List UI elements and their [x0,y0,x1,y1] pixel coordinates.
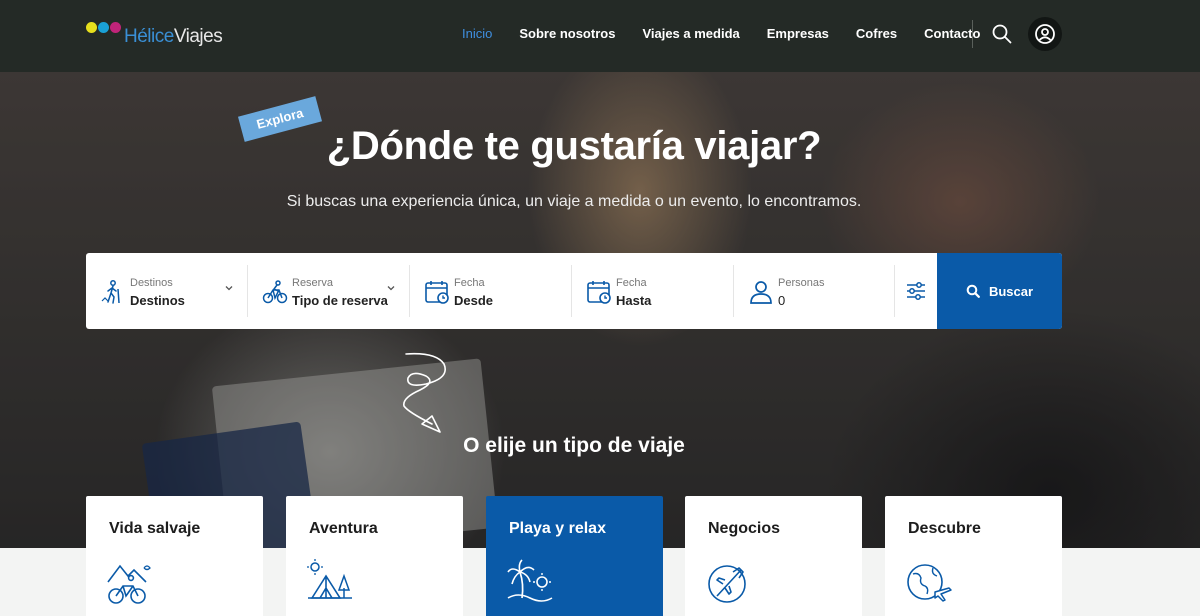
brand-logo[interactable]: HéliceViajes [86,20,223,50]
scribble-arrow-icon [403,352,446,433]
site-header: HéliceViajes Inicio Sobre nosotros Viaje… [0,0,1200,72]
fecha-hasta-label: Fecha [616,277,647,289]
palm-beach-icon [507,559,553,602]
account-button[interactable] [1028,17,1062,51]
fecha-hasta-value: Hasta [616,293,652,308]
nav-item-viajes-a-medida[interactable]: Viajes a medida [642,26,739,41]
buscar-label: Buscar [988,283,1034,299]
reserva-value: Tipo de reserva [292,293,388,308]
person-icon [750,281,772,304]
mountain-bike-icon [107,564,151,604]
nav-item-inicio[interactable]: Inicio [462,26,492,41]
personas-field[interactable]: Personas 0 [734,265,894,317]
reserva-field[interactable]: Reserva Tipo de reserva [248,265,410,317]
logo-dot-yellow [86,22,97,33]
fecha-desde-field[interactable]: Fecha Desde [410,265,572,317]
camping-tent-icon [307,559,352,599]
globe-plane-icon [907,564,952,602]
hiker-icon [101,280,120,304]
search-bar: Destinos Destinos Reserva Tipo de reserv… [86,253,1062,329]
filters-button[interactable] [894,253,937,329]
logo-dot-blue [98,22,109,33]
category-card-vida-salvaje[interactable]: Vida salvaje [86,496,263,616]
destinos-value: Destinos [130,293,185,308]
category-title: Negocios [708,520,781,537]
category-title: Playa y relax [509,520,606,537]
calendar-icon [425,281,449,304]
chevron-down-icon [225,286,233,291]
destinos-label: Destinos [130,277,173,289]
search-icon[interactable] [990,22,1014,46]
categories-heading: O elije un tipo de viaje [463,434,685,457]
hero-title: ¿Dónde te gustaría viajar? [326,124,822,168]
category-cards: Vida salvaje Aventura Playa y relax Nego… [86,496,1062,616]
nav-divider [972,20,973,48]
chevron-down-icon [387,286,395,291]
hero-subtitle: Si buscas una experiencia única, un viaj… [286,193,862,210]
nav-item-empresas[interactable]: Empresas [767,26,829,41]
personas-value: 0 [778,293,786,308]
category-card-aventura[interactable]: Aventura [286,496,463,616]
destinos-field[interactable]: Destinos Destinos [86,265,248,317]
logo-dot-magenta [110,22,121,33]
category-card-playa-y-relax[interactable]: Playa y relax [486,496,663,616]
sliders-icon [906,282,925,300]
fecha-hasta-field[interactable]: Fecha Hasta [572,265,734,317]
search-icon [966,284,980,298]
fecha-desde-value: Desde [454,293,494,308]
reserva-label: Reserva [292,277,333,289]
cyclist-icon [262,280,288,304]
airplane-globe-icon [708,565,746,603]
buscar-button[interactable]: Buscar [937,253,1062,329]
nav-item-cofres[interactable]: Cofres [856,26,897,41]
category-title: Descubre [908,520,981,537]
category-title: Aventura [309,520,378,537]
nav-item-sobre-nosotros[interactable]: Sobre nosotros [519,26,615,41]
calendar-icon [587,281,611,304]
logo-wordmark: HéliceViajes [124,26,223,47]
category-title: Vida salvaje [109,520,201,537]
user-circle-icon [1035,24,1055,44]
personas-label: Personas [778,277,825,289]
category-card-negocios[interactable]: Negocios [685,496,862,616]
main-nav: Inicio Sobre nosotros Viajes a medida Em… [462,26,1007,41]
category-card-descubre[interactable]: Descubre [885,496,1062,616]
fecha-desde-label: Fecha [454,277,485,289]
